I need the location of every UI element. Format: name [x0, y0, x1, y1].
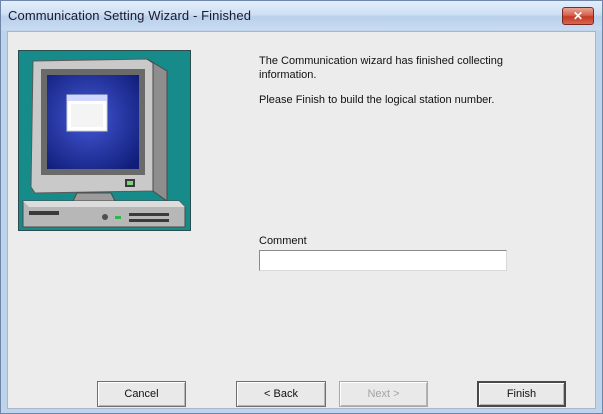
computer-monitor-icon: [18, 50, 191, 231]
close-button[interactable]: ✕: [562, 7, 594, 25]
wizard-window: Communication Setting Wizard - Finished …: [0, 0, 603, 414]
cancel-button[interactable]: Cancel: [97, 381, 186, 407]
back-button[interactable]: < Back: [236, 381, 326, 407]
comment-label: Comment: [259, 235, 307, 247]
next-button: Next >: [339, 381, 428, 407]
title-bar[interactable]: Communication Setting Wizard - Finished …: [1, 1, 602, 30]
window-title: Communication Setting Wizard - Finished: [8, 8, 252, 23]
finish-button[interactable]: Finish: [477, 381, 566, 407]
dialog-body: The Communication wizard has finished co…: [7, 31, 596, 409]
close-icon: ✕: [572, 9, 584, 23]
comment-input[interactable]: [259, 250, 507, 271]
message-line-1: The Communication wizard has finished co…: [259, 55, 503, 67]
message-line-2: information.: [259, 69, 317, 81]
computer-illustration: [19, 51, 190, 230]
message-line-3: Please Finish to build the logical stati…: [259, 94, 495, 106]
